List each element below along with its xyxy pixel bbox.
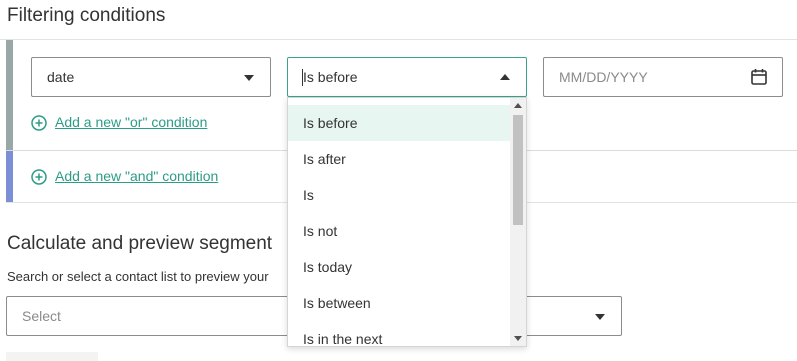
dropdown-scrollbar[interactable] — [510, 98, 526, 346]
plus-circle-icon[interactable] — [31, 169, 47, 185]
operator-dropdown-menu: Is before Is after Is Is not Is today Is… — [287, 97, 527, 347]
filtering-conditions-title: Filtering conditions — [7, 5, 166, 26]
contact-list-placeholder: Select — [22, 308, 61, 324]
calculate-preview-description: Search or select a contact list to previ… — [7, 269, 269, 284]
dropdown-option[interactable]: Is before — [288, 105, 512, 141]
chevron-down-icon — [595, 314, 605, 320]
dropdown-option[interactable]: Is today — [288, 249, 512, 285]
dropdown-option[interactable]: Is between — [288, 285, 512, 321]
and-group-bar — [6, 151, 13, 202]
scroll-up-arrow-icon[interactable] — [514, 103, 522, 108]
scrollbar-thumb[interactable] — [513, 115, 523, 225]
field-select-value: date — [47, 69, 75, 85]
operator-select-value: Is before — [303, 69, 358, 85]
add-or-condition-link[interactable]: Add a new "or" condition — [55, 114, 207, 130]
chevron-up-icon — [500, 74, 510, 80]
dropdown-option[interactable]: Is — [288, 177, 512, 213]
dropdown-option[interactable]: Is in the next — [288, 321, 512, 346]
calculate-preview-title: Calculate and preview segment — [7, 233, 273, 254]
preview-button-partial[interactable] — [6, 352, 98, 361]
date-input[interactable]: MM/DD/YYYY — [543, 57, 783, 97]
dropdown-option[interactable]: Is not — [288, 213, 512, 249]
scroll-down-arrow-icon[interactable] — [514, 336, 522, 341]
chevron-down-icon — [244, 75, 254, 81]
field-select[interactable]: date — [31, 57, 271, 97]
date-input-placeholder: MM/DD/YYYY — [559, 69, 648, 85]
dropdown-option[interactable]: Is after — [288, 141, 512, 177]
add-and-condition-link[interactable]: Add a new "and" condition — [55, 168, 218, 184]
plus-circle-icon[interactable] — [31, 115, 47, 131]
operator-select[interactable]: Is before — [287, 57, 527, 97]
calendar-icon[interactable] — [751, 68, 767, 85]
or-group-bar — [6, 40, 13, 150]
